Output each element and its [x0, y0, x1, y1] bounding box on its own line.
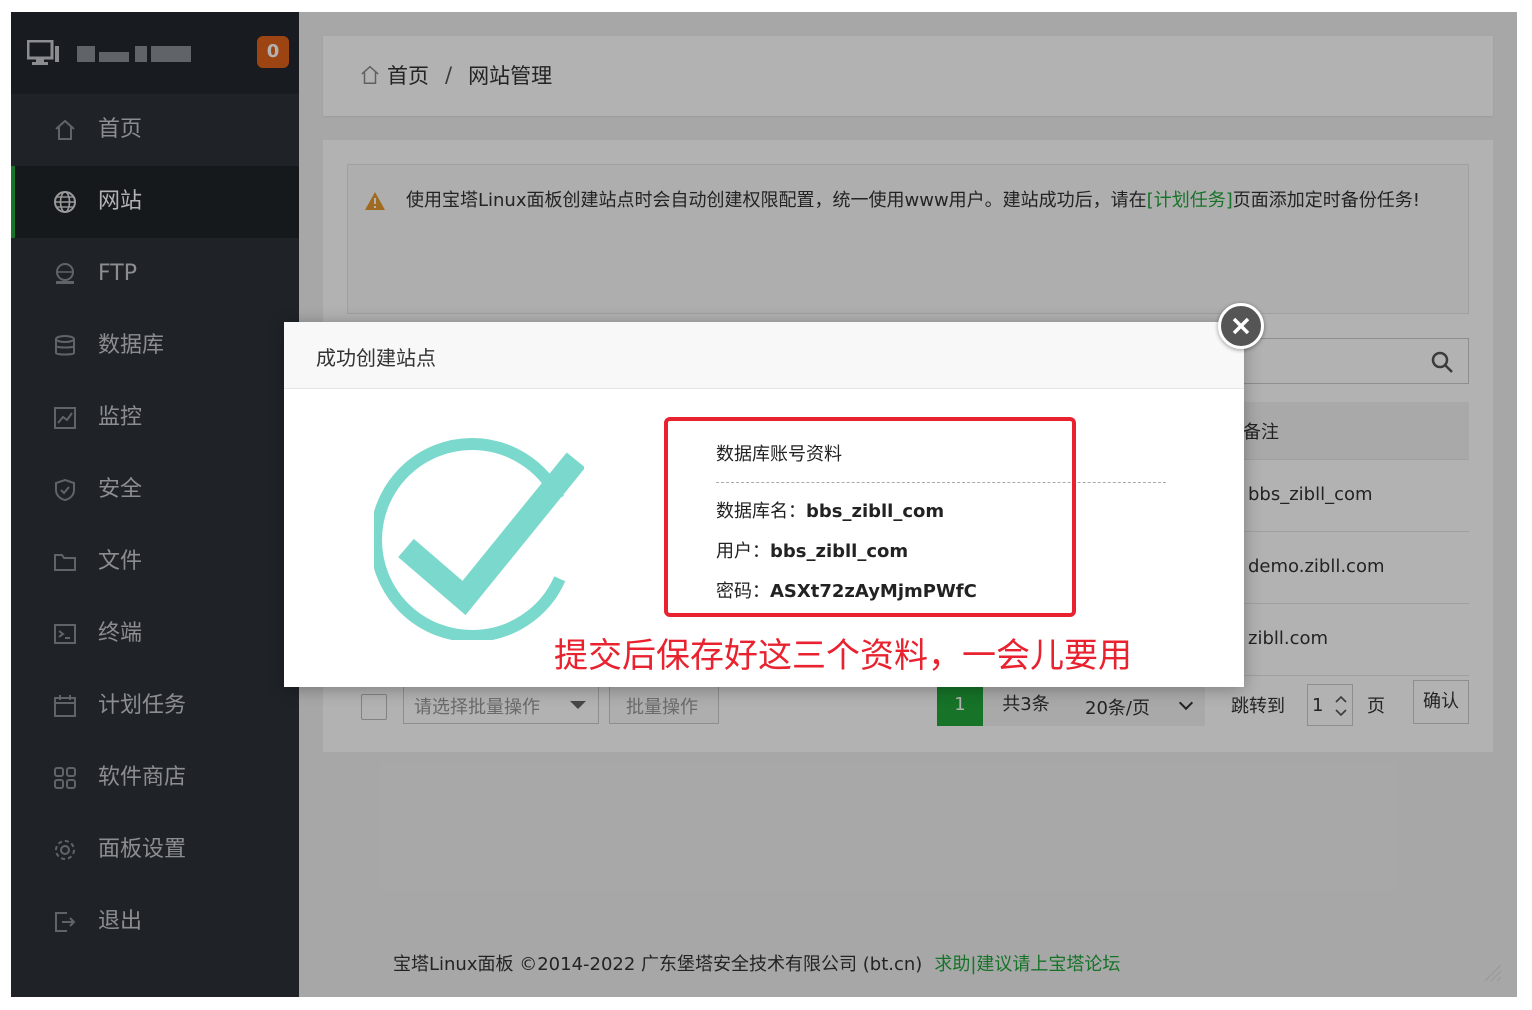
dialog-title: 成功创建站点 [316, 346, 436, 370]
success-check-icon [374, 438, 584, 640]
success-dialog: 成功创建站点 数据库账号资料 数据库名：bbs_zibll_com 用户：bbs… [284, 322, 1244, 687]
close-icon [1232, 317, 1250, 335]
window-frame: 0 首页 网站 FTP 数据库 监控 安全 文件 终端 计划任务 软件商店 面板… [11, 12, 1517, 997]
dialog-close-button[interactable] [1218, 303, 1264, 349]
annotation-highlight-box [664, 417, 1076, 617]
dialog-header: 成功创建站点 [284, 322, 1244, 389]
resize-grip-icon[interactable] [1477, 957, 1503, 983]
annotation-text: 提交后保存好这三个资料，一会儿要用 [554, 636, 1132, 676]
